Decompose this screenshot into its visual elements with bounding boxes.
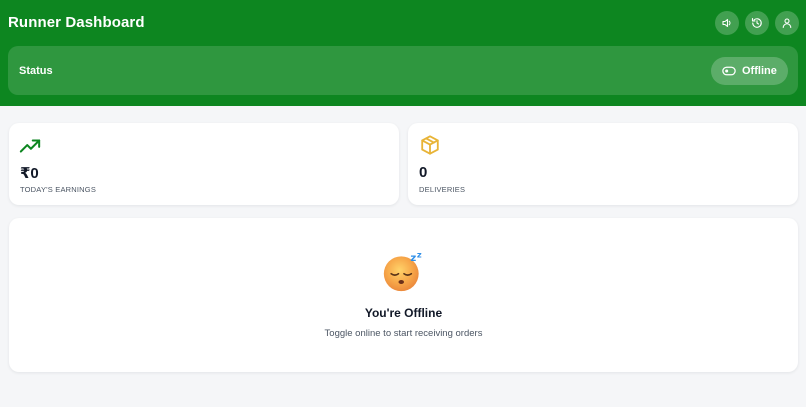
- deliveries-card: 0 DELIVERIES: [408, 123, 798, 205]
- earnings-label: TODAY'S EARNINGS: [20, 185, 97, 194]
- online-toggle-button[interactable]: Offline: [711, 57, 788, 85]
- package-icon: [421, 135, 439, 155]
- speaker-icon: [722, 18, 731, 28]
- app-header: Runner Dashboard Status Offline: [0, 0, 806, 106]
- sound-button[interactable]: [715, 11, 739, 35]
- offline-panel: z z You're Offline Toggle online to star…: [9, 218, 798, 372]
- profile-button[interactable]: [775, 11, 799, 35]
- svg-text:z: z: [410, 253, 416, 264]
- offline-title: You're Offline: [364, 306, 443, 320]
- status-bar: Status Offline: [8, 46, 798, 95]
- history-button[interactable]: [745, 11, 769, 35]
- deliveries-value: 0: [419, 164, 428, 181]
- sleeping-face-icon: z z: [383, 249, 422, 292]
- history-icon: [751, 17, 762, 28]
- offline-subtitle: Toggle online to start receiving orders: [324, 328, 483, 339]
- toggle-off-icon: [722, 66, 736, 76]
- status-label: Status: [19, 65, 53, 77]
- trending-up-icon: [19, 139, 41, 153]
- page-title: Runner Dashboard: [8, 14, 145, 31]
- earnings-card: ₹0 TODAY'S EARNINGS: [9, 123, 399, 205]
- svg-text:z: z: [417, 249, 422, 259]
- user-icon: [782, 18, 792, 29]
- earnings-value: ₹0: [20, 165, 39, 182]
- deliveries-label: DELIVERIES: [419, 185, 466, 194]
- toggle-label: Offline: [742, 65, 777, 77]
